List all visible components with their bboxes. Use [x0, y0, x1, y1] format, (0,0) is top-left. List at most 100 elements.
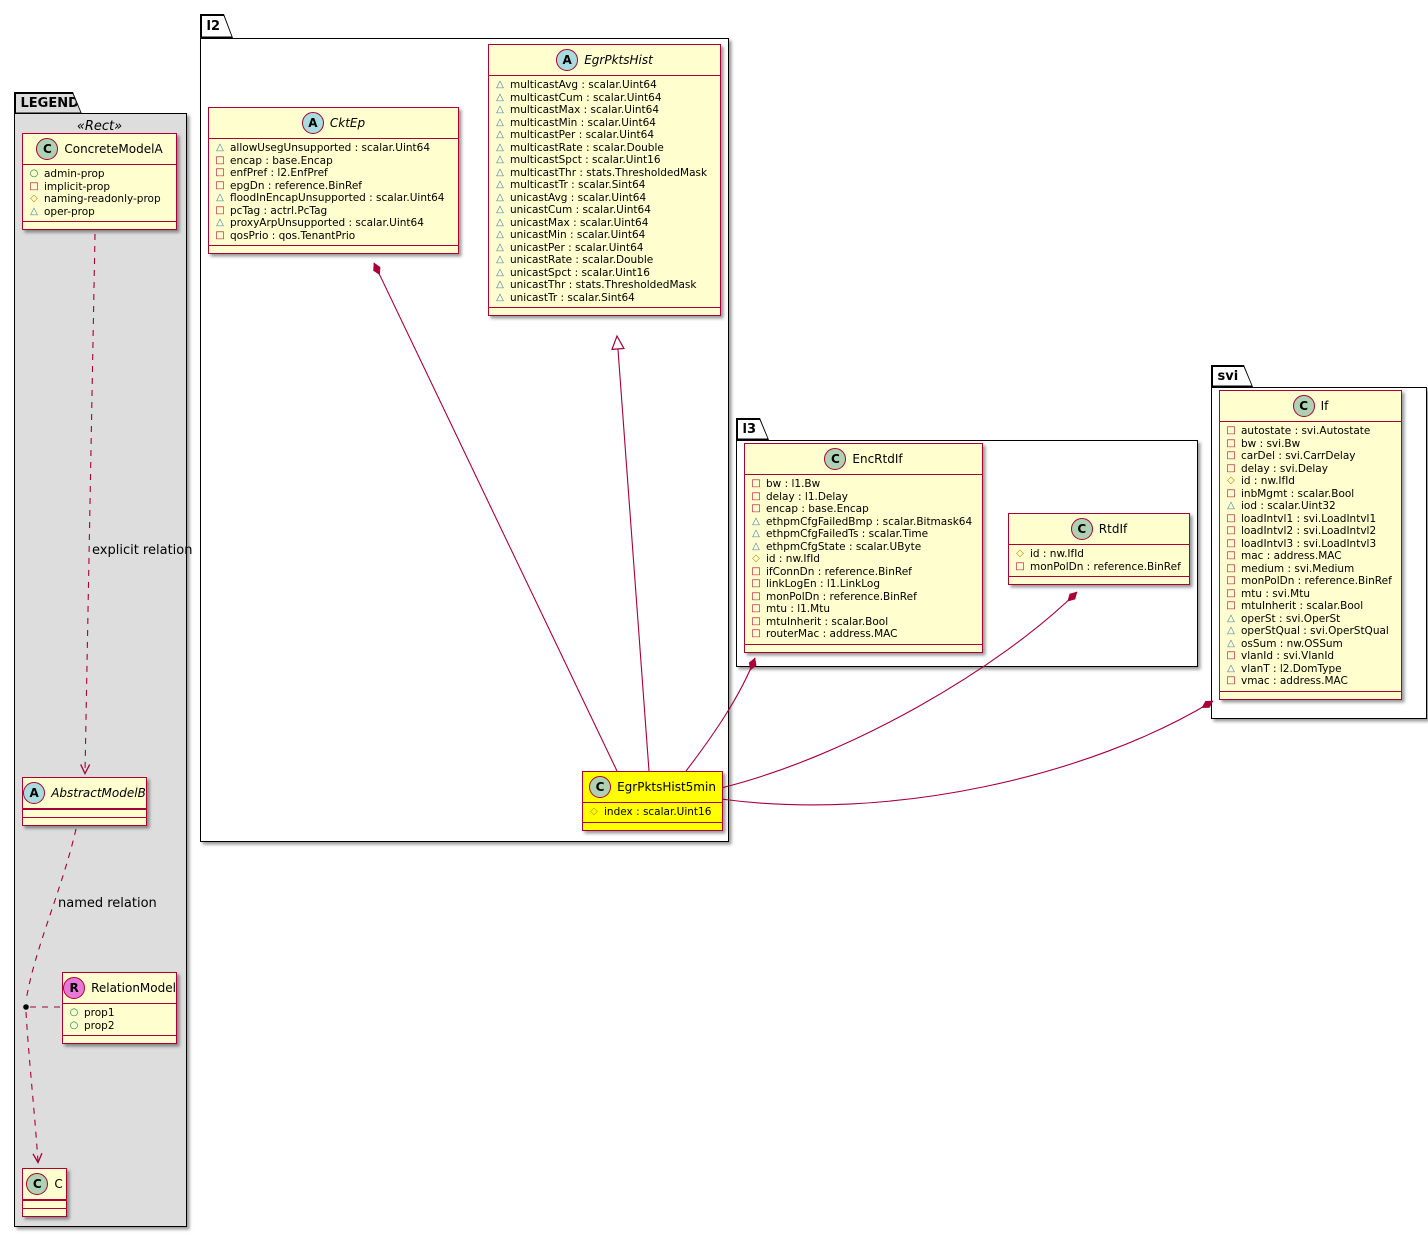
- square-visibility-icon: □: [1225, 525, 1237, 538]
- square-visibility-icon: □: [1225, 513, 1237, 526]
- abstract-class-icon: A: [556, 49, 578, 71]
- attribute-row: △unicastSpct : scalar.Uint16: [489, 267, 720, 280]
- square-visibility-icon: □: [1225, 488, 1237, 501]
- attribute-row: △unicastCum : scalar.Uint64: [489, 204, 720, 217]
- attribute-text: vmac : address.MAC: [1241, 675, 1348, 688]
- attribute-row: □ inbMgmt : scalar.Bool: [1220, 488, 1401, 501]
- triangle-visibility-icon: △: [214, 217, 226, 230]
- class-egrpktshist[interactable]: A EgrPktsHist △multicastAvg : scalar.Uin…: [488, 44, 721, 316]
- attribute-row: ○prop1: [63, 1007, 176, 1020]
- square-visibility-icon: □: [750, 591, 762, 604]
- attribute-text: monPolDn : reference.BinRef: [1030, 561, 1181, 574]
- attribute-row: ◇id : nw.IfId: [1009, 548, 1189, 561]
- attribute-row: △oper-prop: [23, 206, 176, 219]
- class-title: C EncRtdIf: [745, 444, 982, 475]
- triangle-visibility-icon: △: [494, 279, 506, 292]
- attribute-text: proxyArpUnsupported : scalar.Uint64: [230, 217, 424, 230]
- class-rtdif[interactable]: C RtdIf ◇id : nw.IfId□monPolDn : referen…: [1008, 513, 1190, 585]
- attribute-row: △multicastRate : scalar.Double: [489, 142, 720, 155]
- attribute-text: inbMgmt : scalar.Bool: [1241, 488, 1354, 501]
- attribute-text: multicastThr : stats.ThresholdedMask: [510, 167, 707, 180]
- triangle-visibility-icon: △: [1225, 613, 1237, 626]
- package-l2-tab: l2: [200, 14, 233, 38]
- attribute-text: mac : address.MAC: [1241, 550, 1342, 563]
- triangle-visibility-icon: △: [750, 516, 762, 529]
- composition-edge-svi-if: [721, 701, 1213, 805]
- attribute-text: epgDn : reference.BinRef: [230, 180, 362, 193]
- circle-visibility-icon: ○: [68, 1020, 80, 1033]
- attribute-row: □implicit-prop: [23, 181, 176, 194]
- square-visibility-icon: □: [750, 566, 762, 579]
- attribute-row: △ multicastCum : scalar.Uint64: [489, 92, 720, 105]
- attribute-row: □ifConnDn : reference.BinRef: [745, 566, 982, 579]
- class-svi-if[interactable]: C If □autostate : svi.Autostate□bw : svi…: [1219, 390, 1402, 700]
- triangle-visibility-icon: △: [494, 267, 506, 280]
- attribute-text: operSt : svi.OperSt: [1241, 613, 1340, 626]
- class-footer: [583, 822, 722, 830]
- triangle-visibility-icon: △: [494, 204, 506, 217]
- square-visibility-icon: □: [1225, 450, 1237, 463]
- attribute-text: mtu : l1.Mtu: [766, 603, 830, 616]
- attribute-row: △multicastAvg : scalar.Uint64: [489, 79, 720, 92]
- triangle-visibility-icon: △: [1225, 638, 1237, 651]
- attribute-row: △vlanT : l2.DomType: [1220, 663, 1401, 676]
- attribute-row: ○ prop2: [63, 1020, 176, 1033]
- square-visibility-icon: □: [214, 155, 226, 168]
- attribute-text: multicastCum : scalar.Uint64: [510, 92, 662, 105]
- attribute-text: unicastPer : scalar.Uint64: [510, 242, 643, 255]
- attribute-row: △floodInEncapUnsupported : scalar.Uint64: [209, 192, 458, 205]
- attribute-text: unicastAvg : scalar.Uint64: [510, 192, 646, 205]
- triangle-visibility-icon: △: [494, 217, 506, 230]
- attribute-text: loadIntvl1 : svi.LoadIntvl1: [1241, 513, 1376, 526]
- triangle-visibility-icon: △: [494, 229, 506, 242]
- attribute-text: unicastThr : stats.ThresholdedMask: [510, 279, 696, 292]
- class-cktep[interactable]: A CktEp △allowUsegUnsupported : scalar.U…: [208, 107, 459, 254]
- attribute-text: carDel : svi.CarrDelay: [1241, 450, 1355, 463]
- class-title: A EgrPktsHist: [489, 45, 720, 76]
- attribute-list: △allowUsegUnsupported : scalar.Uint64□en…: [209, 139, 458, 245]
- attribute-row: □mtuInherit : scalar.Bool: [745, 616, 982, 629]
- triangle-visibility-icon: △: [494, 117, 506, 130]
- class-relationmodel[interactable]: R RelationModel ○prop1○prop2: [62, 972, 177, 1044]
- attribute-list: □bw : l1.Bw□delay : l1.Delay□encap : bas…: [745, 475, 982, 644]
- triangle-visibility-icon: △: [1225, 500, 1237, 513]
- explicit-relation-label: explicit relation: [92, 543, 192, 558]
- class-empty-compartment: [23, 817, 146, 825]
- attribute-list: □autostate : svi.Autostate□bw : svi.Bw□c…: [1220, 422, 1401, 691]
- attribute-text: ethpmCfgFailedBmp : scalar.Bitmask64: [766, 516, 972, 529]
- square-visibility-icon: □: [750, 503, 762, 516]
- attribute-row: ◇id : nw.IfId: [1220, 475, 1401, 488]
- attribute-row: □encap : base.Encap: [745, 503, 982, 516]
- square-visibility-icon: □: [1225, 563, 1237, 576]
- class-concretemodela[interactable]: C ConcreteModelA ○admin-prop□implicit-pr…: [22, 133, 177, 230]
- triangle-visibility-icon: △: [214, 142, 226, 155]
- attribute-row: △multicastThr : stats.ThresholdedMask: [489, 167, 720, 180]
- attribute-row: □qosPrio : qos.TenantPrio: [209, 230, 458, 243]
- square-visibility-icon: □: [1225, 550, 1237, 563]
- attribute-text: osSum : nw.OSSum: [1241, 638, 1343, 651]
- class-footer: [745, 644, 982, 652]
- attribute-row: □encap : base.Encap: [209, 155, 458, 168]
- class-encrtdif[interactable]: C EncRtdIf □bw : l1.Bw□delay : l1.Delay□…: [744, 443, 983, 653]
- attribute-text: multicastAvg : scalar.Uint64: [510, 79, 657, 92]
- attribute-row: □mtu : l1.Mtu: [745, 603, 982, 616]
- attribute-text: vlanId : svi.VlanId: [1241, 650, 1334, 663]
- circle-visibility-icon: ○: [68, 1007, 80, 1020]
- diamond-visibility-icon: ◇: [28, 193, 40, 206]
- class-egrpktshist5min[interactable]: C EgrPktsHist5min ◇index : scalar.Uint16: [582, 771, 723, 831]
- attribute-row: △ethpmCfgFailedTs : scalar.Time: [745, 528, 982, 541]
- attribute-text: unicastMin : scalar.Uint64: [510, 229, 645, 242]
- attribute-text: operStQual : svi.OperStQual: [1241, 625, 1389, 638]
- class-abstractmodelb[interactable]: A AbstractModelB: [22, 777, 147, 826]
- attribute-text: multicastRate : scalar.Double: [510, 142, 664, 155]
- triangle-visibility-icon: △: [750, 528, 762, 541]
- class-c[interactable]: C C: [22, 1168, 67, 1217]
- attribute-text: linkLogEn : l1.LinkLog: [766, 578, 880, 591]
- triangle-visibility-icon: △: [494, 92, 506, 105]
- attribute-text: prop2: [84, 1020, 115, 1033]
- attribute-row: △ unicastThr : stats.ThresholdedMask: [489, 279, 720, 292]
- square-visibility-icon: □: [214, 205, 226, 218]
- attribute-row: △allowUsegUnsupported : scalar.Uint64: [209, 142, 458, 155]
- attribute-row: △ ethpmCfgFailedBmp : scalar.Bitmask64: [745, 516, 982, 529]
- attribute-text: floodInEncapUnsupported : scalar.Uint64: [230, 192, 445, 205]
